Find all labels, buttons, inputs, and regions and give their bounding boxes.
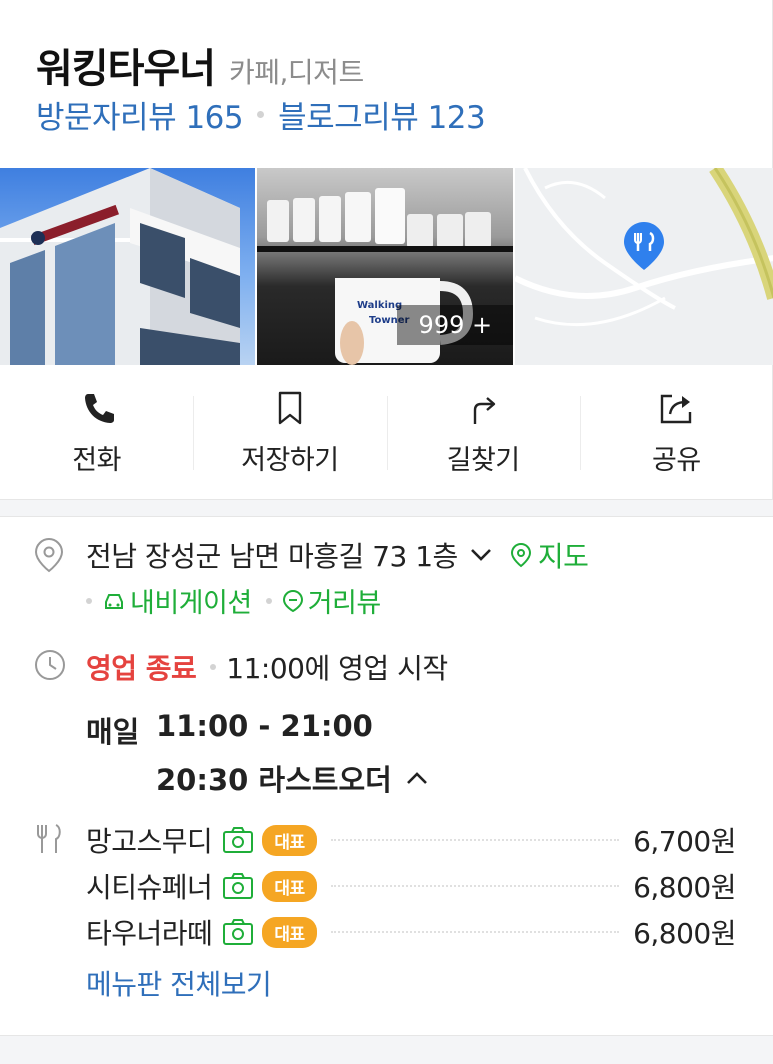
separator-dot <box>257 111 265 118</box>
menu-item-price: 6,800원 <box>633 871 736 904</box>
menu-item[interactable]: 망고스무디 대표 6,700원 <box>86 817 736 863</box>
menu-item-price: 6,700원 <box>633 825 736 858</box>
address-text: 전남 장성군 남면 마흥길 73 1층 <box>86 540 458 573</box>
share-label: 공유 <box>652 445 701 476</box>
menu-item[interactable]: 타우너라떼 대표 6,800원 <box>86 909 736 955</box>
visitor-review-link[interactable]: 방문자리뷰 165 <box>36 92 244 137</box>
utensils-icon <box>37 824 61 853</box>
dotted-leader <box>330 885 620 887</box>
menu-item-name: 시티슈페너 <box>86 871 213 904</box>
review-row: 방문자리뷰 165 블로그리뷰 123 <box>36 92 486 137</box>
svg-text:Walking: Walking <box>357 300 402 311</box>
signature-badge: 대표 <box>262 824 317 856</box>
address-sub-links: 내비게이션 거리뷰 <box>86 581 381 620</box>
menu-item[interactable]: 시티슈페너 대표 6,800원 <box>86 863 736 909</box>
separator-dot <box>86 597 92 604</box>
directions-button[interactable]: 길찾기 <box>386 366 580 500</box>
directions-label: 길찾기 <box>446 445 521 476</box>
hours-day: 매일 <box>86 715 140 749</box>
signature-badge: 대표 <box>262 916 317 948</box>
separator-dot <box>265 597 272 604</box>
building-illustration <box>0 168 240 365</box>
dotted-leader <box>330 839 620 841</box>
map-link[interactable]: 지도 <box>538 535 589 575</box>
photo-strip: Walking Towner 999 + <box>0 168 773 365</box>
car-icon <box>105 593 123 609</box>
phone-icon <box>84 394 114 423</box>
call-label: 전화 <box>72 445 121 476</box>
menu-item-name: 망고스무디 <box>86 825 213 858</box>
hours-range: 11:00 - 21:00 <box>156 709 373 743</box>
business-status: 영업 종료 <box>86 652 197 685</box>
chevron-down-icon[interactable] <box>470 548 492 562</box>
place-header-card: 워킹타우너 카페,디저트 방문자리뷰 165 블로그리뷰 123 Walking… <box>0 0 773 500</box>
street-view-icon <box>282 589 303 612</box>
place-name: 워킹타우너 <box>36 46 216 92</box>
share-icon <box>661 394 692 424</box>
blog-review-link[interactable]: 블로그리뷰 123 <box>278 92 486 137</box>
map-marker-icon <box>510 542 531 568</box>
camera-icon[interactable] <box>222 872 254 900</box>
photo-count-overlay[interactable]: 999 + <box>397 305 513 345</box>
place-category: 카페,디저트 <box>229 56 364 89</box>
menu-item-price: 6,800원 <box>633 917 736 950</box>
menu-item-name: 타우너라떼 <box>86 917 213 950</box>
map-thumbnail[interactable] <box>514 168 773 365</box>
location-pin-icon <box>34 537 64 573</box>
photo-count: 999 + <box>418 311 493 339</box>
camera-icon[interactable] <box>222 918 254 946</box>
dotted-leader <box>330 931 620 933</box>
directions-icon <box>473 397 496 424</box>
title-row: 워킹타우너 카페,디저트 <box>36 36 364 94</box>
menu-list: 망고스무디 대표 6,700원 시티슈페너 대표 6,800원 타우너라떼 대표… <box>86 817 736 955</box>
save-label: 저장하기 <box>241 445 339 476</box>
next-open-text: 11:00에 영업 시작 <box>226 652 448 685</box>
business-status-row: 영업 종료 11:00에 영업 시작 <box>86 647 448 687</box>
place-info-card: 전남 장성군 남면 마흥길 73 1층 지도 내비게이션 거리뷰 영업 종료 1… <box>0 516 773 1036</box>
address-row: 전남 장성군 남면 마흥길 73 1층 지도 <box>86 535 589 575</box>
share-button[interactable]: 공유 <box>579 366 773 500</box>
bookmark-icon <box>278 391 302 425</box>
last-order-row[interactable]: 20:30 라스트오더 <box>156 757 428 799</box>
photo-mugs[interactable]: Walking Towner 999 + <box>257 168 513 365</box>
chevron-up-icon[interactable] <box>406 771 428 785</box>
navigation-link[interactable]: 내비게이션 <box>130 581 252 620</box>
separator-dot <box>210 664 217 670</box>
save-button[interactable]: 저장하기 <box>193 366 386 500</box>
call-button[interactable]: 전화 <box>0 366 193 500</box>
action-bar: 전화 저장하기 길찾기 공유 <box>0 366 773 500</box>
camera-icon[interactable] <box>222 826 254 854</box>
photo-building[interactable] <box>0 168 256 365</box>
map-pin-icon[interactable] <box>623 222 664 274</box>
signature-badge: 대표 <box>262 870 317 902</box>
clock-icon <box>35 650 65 680</box>
street-view-link[interactable]: 거리뷰 <box>308 581 382 620</box>
view-full-menu-link[interactable]: 메뉴판 전체보기 <box>86 963 272 1003</box>
hours-daily-row: 매일 11:00 - 21:00 <box>86 709 373 751</box>
last-order-text: 20:30 라스트오더 <box>156 763 392 797</box>
